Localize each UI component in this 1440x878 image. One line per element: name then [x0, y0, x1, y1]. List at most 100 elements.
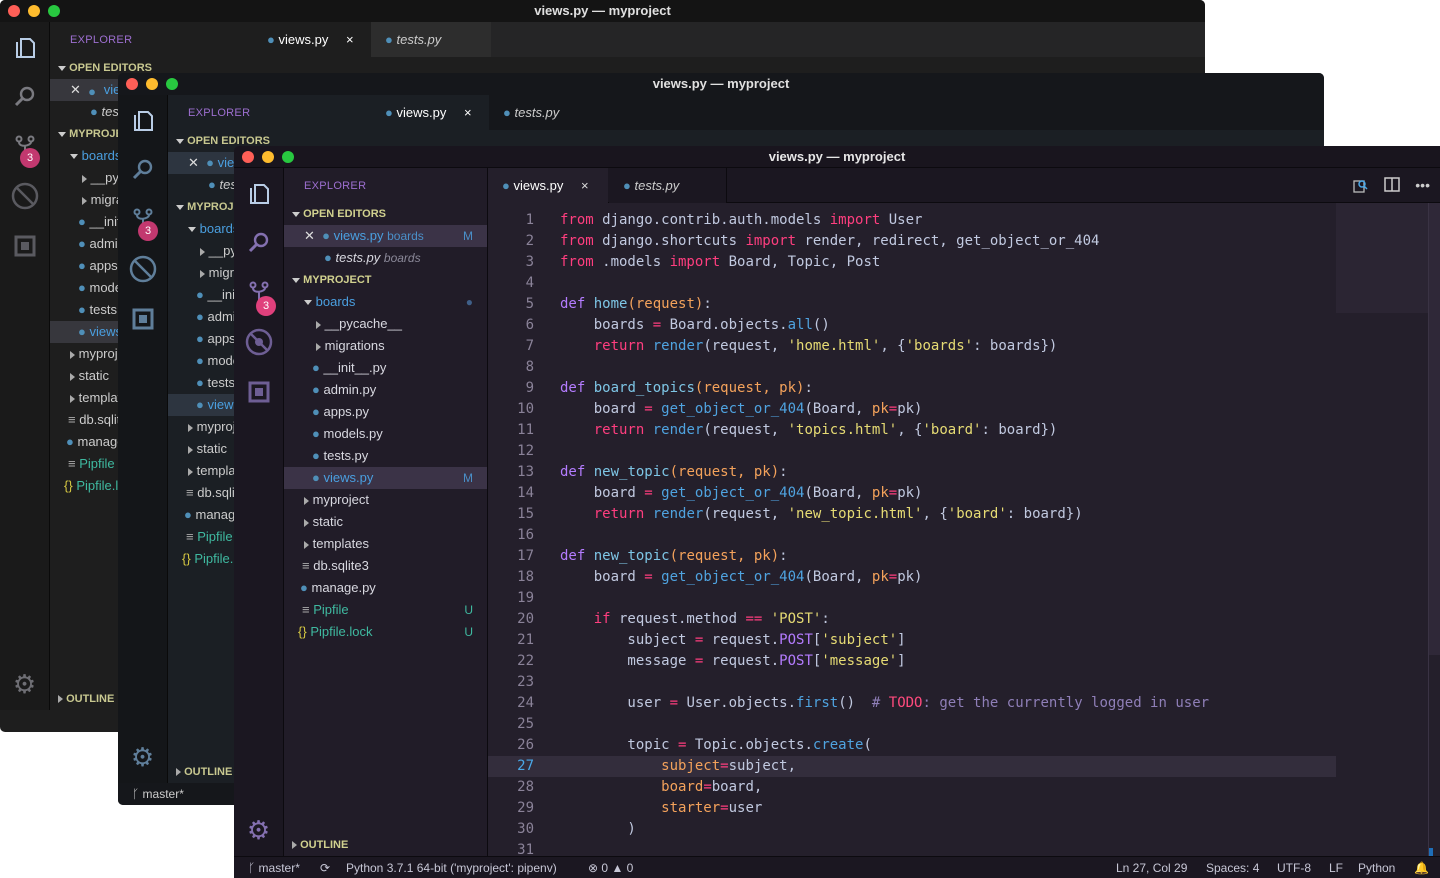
interpreter-status[interactable]: Python 3.7.1 64-bit ('myproject': pipenv…	[346, 857, 557, 878]
activity-bar: 3 ⚙	[234, 168, 283, 856]
explorer-title: EXPLORER	[188, 107, 251, 119]
open-editors-header[interactable]: OPEN EDITORS	[284, 203, 487, 225]
untracked-badge: U	[464, 603, 473, 617]
python-file-icon: ●	[312, 470, 320, 485]
search-icon[interactable]	[118, 151, 167, 187]
activity-bar: 3 ⚙	[0, 22, 49, 710]
minimize-window-button[interactable]	[146, 78, 158, 90]
tree-pipfile-lock[interactable]: {} Pipfile.lock U	[284, 621, 487, 643]
cursor-position[interactable]: Ln 27, Col 29	[1116, 857, 1187, 878]
problems-status[interactable]: ⊗ 0 ▲ 0	[588, 857, 633, 878]
close-window-button[interactable]	[126, 78, 138, 90]
files-icon[interactable]	[0, 30, 49, 66]
debug-icon[interactable]	[118, 251, 167, 287]
branch-status[interactable]: ᚴ master*	[248, 857, 300, 878]
tree-db[interactable]: ≡ db.sqlite3	[284, 555, 487, 577]
split-editor-icon[interactable]	[1384, 177, 1400, 198]
line-number: 16	[517, 527, 534, 543]
extensions-icon[interactable]	[118, 301, 167, 337]
tab-views[interactable]: ● views.py ×	[371, 95, 489, 130]
line-number: 14	[517, 485, 534, 501]
line-number: 18	[517, 569, 534, 585]
code-editor[interactable]: 1 from django.contrib.auth.models import …	[488, 203, 1440, 858]
tab-tests[interactable]: ● tests.py	[609, 168, 727, 203]
tree-admin[interactable]: ● admin.py	[284, 379, 487, 401]
project-header[interactable]: MYPROJECT	[284, 269, 487, 291]
open-editor-views[interactable]: ✕ ● views.py boards M	[284, 225, 487, 247]
window-front: views.py — myproject 3 ⚙ EXPLORER OPEN E…	[234, 146, 1440, 878]
tree-pipfile[interactable]: ≡ Pipfile U	[284, 599, 487, 621]
language-mode[interactable]: Python	[1358, 857, 1395, 878]
minimize-window-button[interactable]	[28, 5, 40, 17]
search-icon[interactable]	[0, 78, 49, 114]
tab-views[interactable]: ● views.py ×	[253, 22, 371, 57]
tab-tests[interactable]: ● tests.py	[489, 95, 609, 130]
extensions-icon[interactable]	[0, 228, 49, 264]
window-title: views.py — myproject	[652, 76, 790, 91]
settings-gear-icon[interactable]: ⚙	[234, 812, 283, 848]
line-number: 29	[517, 800, 534, 816]
tree-manage[interactable]: ● manage.py	[284, 577, 487, 599]
debug-icon[interactable]	[0, 178, 49, 214]
tree-pycache[interactable]: __pycache__	[284, 313, 487, 335]
line-number: 27	[517, 758, 534, 774]
extensions-icon[interactable]	[234, 374, 283, 410]
editor-area: ● views.py × ● tests.py ••• 1 from django…	[488, 168, 1440, 864]
minimap[interactable]	[1336, 203, 1428, 313]
files-icon[interactable]	[234, 176, 283, 212]
outline-header[interactable]: OUTLINE	[284, 834, 487, 856]
close-window-button[interactable]	[8, 5, 20, 17]
json-file-icon: {}	[298, 624, 307, 639]
maximize-window-button[interactable]	[166, 78, 178, 90]
line-ending[interactable]: LF	[1329, 857, 1343, 878]
code-line: if request.method == 'POST':	[593, 611, 830, 627]
settings-gear-icon[interactable]: ⚙	[0, 666, 49, 702]
files-icon[interactable]	[118, 103, 167, 139]
tree-models[interactable]: ● models.py	[284, 423, 487, 445]
line-number: 6	[525, 317, 534, 333]
maximize-window-button[interactable]	[48, 5, 60, 17]
more-actions-icon[interactable]: •••	[1415, 168, 1430, 203]
tab-views[interactable]: ● views.py ×	[488, 168, 608, 203]
tree-tests[interactable]: ● tests.py	[284, 445, 487, 467]
tab-tests[interactable]: ● tests.py	[371, 22, 491, 57]
search-icon[interactable]	[234, 224, 283, 260]
tree-views[interactable]: ● views.py M	[284, 467, 487, 489]
close-tab-icon[interactable]: ×	[581, 178, 589, 193]
code-line: board = get_object_or_404(Board, pk=pk)	[560, 569, 923, 585]
tree-boards[interactable]: boards ●	[284, 291, 487, 313]
close-editor-icon[interactable]: ✕	[304, 228, 315, 243]
notifications-bell-icon[interactable]: 🔔	[1414, 857, 1429, 878]
tree-migrations[interactable]: migrations	[284, 335, 487, 357]
python-file-icon: ●	[312, 360, 320, 375]
close-window-button[interactable]	[242, 151, 254, 163]
tree-static[interactable]: static	[284, 511, 487, 533]
tab-bar: ● views.py × ● tests.py	[253, 22, 1205, 57]
code-line: board = get_object_or_404(Board, pk=pk)	[560, 485, 923, 501]
open-editor-tests[interactable]: ● tests.py boards	[284, 247, 487, 269]
open-changes-icon[interactable]	[1352, 176, 1370, 199]
source-control-icon[interactable]: 3	[0, 128, 49, 168]
python-file-icon: ●	[300, 580, 308, 595]
encoding[interactable]: UTF-8	[1277, 857, 1311, 878]
scrollbar[interactable]	[1428, 203, 1440, 864]
code-line: def new_topic(request, pk):	[560, 548, 788, 564]
sync-icon[interactable]: ⟳	[320, 857, 330, 878]
source-control-icon[interactable]: 3	[234, 274, 283, 316]
branch-status[interactable]: ᚴ master*	[132, 783, 184, 805]
code-line: return render(request, 'new_topic.html',…	[593, 506, 1083, 522]
source-control-icon[interactable]: 3	[118, 201, 167, 241]
tree-apps[interactable]: ● apps.py	[284, 401, 487, 423]
settings-gear-icon[interactable]: ⚙	[118, 739, 167, 775]
tree-myproject[interactable]: myproject	[284, 489, 487, 511]
window-title: views.py — myproject	[768, 149, 906, 164]
debug-icon[interactable]	[234, 324, 283, 360]
tree-init[interactable]: ● __init__.py	[284, 357, 487, 379]
maximize-window-button[interactable]	[282, 151, 294, 163]
tree-templates[interactable]: templates	[284, 533, 487, 555]
python-file-icon: ●	[623, 178, 631, 193]
indentation[interactable]: Spaces: 4	[1206, 857, 1259, 878]
modified-dot: ●	[465, 295, 473, 309]
code-line: def board_topics(request, pk):	[560, 380, 813, 396]
minimize-window-button[interactable]	[262, 151, 274, 163]
